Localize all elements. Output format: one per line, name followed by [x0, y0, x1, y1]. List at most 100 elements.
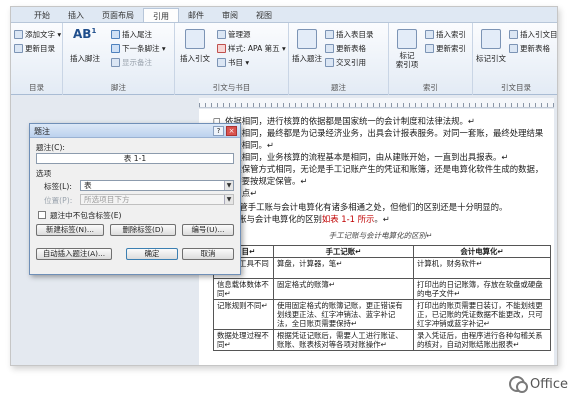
caption-label: 题注(C):: [36, 143, 65, 152]
mark-entry-button[interactable]: 标记 索引项: [387, 51, 427, 69]
insert-table-of-figures-button[interactable]: 插入表目录: [325, 29, 374, 40]
paragraph-with-reference: 手工记账与会计电算化的区别如表 1-1 所示。↵: [213, 214, 390, 224]
table-cell: 打印出的账页需要日装订，不能划线更正，已记账的凭证数据不能更改，只可红字冲销或蓝…: [413, 299, 551, 330]
update-icon: [14, 44, 23, 53]
next-footnote-icon: [111, 44, 120, 53]
group-label: 引文目录: [501, 83, 531, 92]
update-toc-button[interactable]: 更新目录: [14, 43, 55, 54]
cross-reference-icon: [325, 58, 334, 67]
table-cell: 算盘，计算器，笔↵: [273, 257, 414, 279]
style-select[interactable]: 样式: APA 第五 ▾: [217, 43, 286, 54]
dialog-title-bar[interactable]: 题注 ? ×: [30, 124, 240, 138]
add-text-icon: [14, 30, 23, 39]
tab-references[interactable]: 引用: [143, 8, 179, 22]
group-label: 引文与书目: [212, 83, 251, 92]
list-item: □档案保管方式相同，无论是手工记账产生的凭证和账簿，还是电算化软件生成的数据，均…: [213, 164, 544, 186]
tab-insert[interactable]: 插入: [59, 8, 93, 22]
add-text-button[interactable]: 添加文字 ▾: [14, 29, 61, 40]
next-footnote-button[interactable]: 下一条脚注 ▾: [111, 43, 166, 54]
document-page[interactable]: □依据相同，进行核算的依据都是国家统一的会计制度和法律法规。↵ □结果相同，最终…: [199, 109, 554, 365]
comparison-table: 项 目↵ 手工记账↵ 会计电算化↵ 使用的工具不同↵ 算盘，计算器，笔↵ 计算机…: [213, 245, 551, 351]
group-label: 脚注: [111, 83, 126, 92]
update-table-icon: [325, 44, 334, 53]
insert-footnote-button[interactable]: 插入脚注: [65, 53, 105, 64]
insert-endnote-button[interactable]: 插入尾注: [111, 29, 152, 40]
caption-dialog: 题注 ? × 题注(C): 表 1-1 选项 标签(L): 表 ▼ 位置(P):…: [29, 123, 241, 275]
help-button[interactable]: ?: [213, 126, 224, 136]
exclude-label-checkbox[interactable]: [38, 211, 46, 219]
group-citation: 插入引文 管理源 样式: APA 第五 ▾ 书目 ▾ 引文与书目: [175, 23, 289, 95]
table-header: 会计电算化↵: [413, 245, 551, 258]
ruler-ticks: [199, 103, 554, 107]
exclude-label-text: 题注中不包含标签(E): [50, 211, 122, 220]
cancel-button[interactable]: 取消: [182, 248, 234, 260]
numbering-button[interactable]: 编号(U)...: [182, 224, 234, 236]
mark-entry-icon: [397, 29, 417, 49]
table-row: 信息载体数体不同↵ 固定格式的账簿↵ 打印出的日记账簿，存放在软盘或硬盘的电子文…: [213, 278, 551, 300]
group-label: 目录: [29, 83, 44, 92]
tab-home[interactable]: 开始: [25, 8, 59, 22]
endnote-icon: [111, 30, 120, 39]
group-label: 题注: [331, 83, 346, 92]
show-notes-icon: [111, 58, 120, 67]
ok-button[interactable]: 确定: [126, 248, 178, 260]
table-row: 记账规则不同↵ 使用固定格式的账簿记账，更正错误有划线更正法、红字冲销法、蓝字补…: [213, 299, 551, 330]
table-header-row: 项 目↵ 手工记账↵ 会计电算化↵: [213, 245, 551, 258]
table-row: 数据处理过程不同↵ 根据凭证记账后，需要人工进行账证、账账、账表核对等各项对账操…: [213, 329, 551, 351]
group-label: 索引: [423, 83, 438, 92]
list-item: 2.不同点↵: [213, 188, 258, 198]
dialog-title: 题注: [34, 127, 50, 136]
chevron-down-icon: ▼: [224, 195, 233, 204]
insert-index-icon: [425, 30, 434, 39]
update-table-button[interactable]: 更新表格: [325, 43, 366, 54]
list-item: □结果相同，最终都是为记录经济业务，出具会计报表服务。对同一套账，最终处理结果完…: [213, 128, 544, 150]
table-cell: 打印出的日记账簿，存放在软盘或硬盘的电子文件↵: [413, 278, 551, 300]
delete-label-button[interactable]: 删除标签(D): [110, 224, 176, 236]
list-item: □ 依据相同，进行核算的依据都是国家统一的会计制度和法律法规。↵: [213, 116, 475, 126]
insert-citation-button[interactable]: 插入引文: [175, 53, 215, 64]
close-button[interactable]: ×: [226, 126, 237, 136]
insert-index-button[interactable]: 插入索引: [425, 29, 466, 40]
cross-reference-button[interactable]: 交叉引用: [325, 57, 366, 68]
group-index: 标记 索引项 插入索引 更新索引 索引: [389, 23, 473, 95]
manage-sources-button[interactable]: 管理源: [217, 29, 251, 40]
label-select[interactable]: 表 ▼: [80, 180, 234, 191]
insert-toa-button[interactable]: 插入引文目录: [509, 29, 557, 40]
wechat-icon: [509, 376, 529, 393]
chevron-down-icon: ▼: [224, 181, 233, 190]
footnote-ab-icon: AB1: [73, 27, 97, 41]
update-toa-button[interactable]: 更新表格: [509, 43, 550, 54]
caption-reference: 如表 1-1 所示: [321, 214, 375, 224]
bibliography-icon: [217, 58, 226, 67]
tab-mailings[interactable]: 邮件: [179, 8, 213, 22]
position-select[interactable]: 所选项目下方 ▼: [80, 194, 234, 205]
show-notes-button[interactable]: 显示备注: [111, 57, 152, 68]
table-of-figures-icon: [325, 30, 334, 39]
table-cell: 固定格式的账簿↵: [273, 278, 414, 300]
paragraph: 尽管手工账与会计电算化有诸多相通之处，但他们的区别还是十分明显的。: [231, 202, 508, 212]
table-cell: 数据处理过程不同↵: [213, 329, 274, 351]
ruler[interactable]: [199, 98, 554, 108]
table-caption: 手工记账与会计电算化的区别↵: [328, 231, 433, 240]
table-cell: 使用固定格式的账簿记账，更正错误有划线更正法、红字冲销法、蓝字补记法，全日账页需…: [273, 299, 414, 330]
bibliography-button[interactable]: 书目 ▾: [217, 57, 249, 68]
insert-caption-button[interactable]: 插入题注: [287, 53, 327, 64]
caption-input[interactable]: 表 1-1: [36, 153, 234, 164]
ribbon: 添加文字 ▾ 更新目录 目录 AB1 插入脚注 插入尾注 下一条脚注 ▾ 显示备…: [11, 23, 557, 95]
manage-sources-icon: [217, 30, 226, 39]
auto-caption-button[interactable]: 自动插入题注(A)...: [36, 248, 112, 260]
word-window: 开始 插入 页面布局 引用 邮件 审阅 视图 添加文字 ▾ 更新目录 目录 AB…: [10, 6, 558, 366]
table-cell: 录入凭证后，由程序进行各种勾稽关系的核对，自动对账结账出报表↵: [413, 329, 551, 351]
tab-review[interactable]: 审阅: [213, 8, 247, 22]
options-label: 选项: [36, 169, 52, 178]
new-label-button[interactable]: 新建标签(N)...: [36, 224, 104, 236]
group-toc: 添加文字 ▾ 更新目录 目录: [11, 23, 63, 95]
update-index-button[interactable]: 更新索引: [425, 43, 466, 54]
position-label: 位置(P):: [44, 196, 73, 205]
tab-page-layout[interactable]: 页面布局: [93, 8, 143, 22]
update-toa-icon: [509, 44, 518, 53]
watermark: Office: [509, 376, 568, 393]
tab-view[interactable]: 视图: [247, 8, 281, 22]
mark-citation-button[interactable]: 标记引文: [471, 53, 511, 64]
table-row: 使用的工具不同↵ 算盘，计算器，笔↵ 计算机，财务软件↵: [213, 257, 551, 279]
